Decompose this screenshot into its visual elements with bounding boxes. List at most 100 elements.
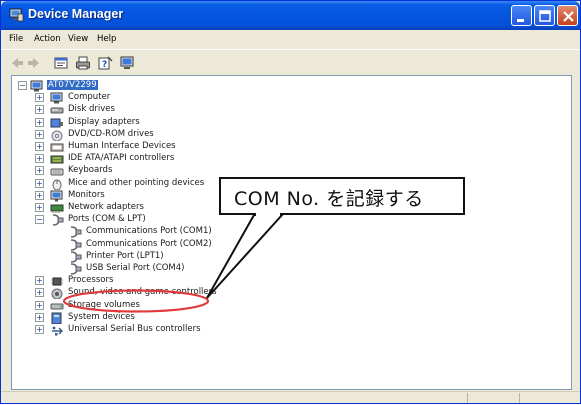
menu-view[interactable]: View <box>68 34 88 44</box>
expand-icon[interactable]: + <box>35 166 44 176</box>
computer-icon <box>30 80 44 92</box>
print-icon[interactable] <box>75 55 91 71</box>
dvd-drive-icon <box>50 129 64 142</box>
expand-icon[interactable]: + <box>35 117 44 127</box>
properties-icon[interactable] <box>53 55 69 71</box>
device-label: Storage volumes <box>68 299 140 310</box>
close-icon <box>563 11 574 22</box>
expand-icon[interactable]: + <box>35 276 44 286</box>
sound-icon <box>50 287 64 300</box>
collapse-icon[interactable]: − <box>35 215 44 225</box>
monitor-icon <box>50 190 64 202</box>
device-label: Mice and other pointing devices <box>68 177 205 188</box>
port-list-item[interactable]: Communications Port (COM1) <box>12 226 342 239</box>
help-icon[interactable]: ? <box>97 55 113 71</box>
expand-icon[interactable]: + <box>35 288 44 298</box>
device-label: Communications Port (COM2) <box>86 238 212 249</box>
device-label: Computer <box>68 92 111 103</box>
port-icon <box>68 226 82 239</box>
device-label: Ports (COM & LPT) <box>68 214 146 225</box>
expand-icon[interactable]: + <box>35 178 44 188</box>
menu-help[interactable]: Help <box>97 34 116 44</box>
device-tree[interactable]: − AT07V2299 + Computer + Disk drives + Display … <box>11 75 572 390</box>
device-manager-window: Device Manager File Action View Help ? −… <box>0 0 581 404</box>
collapse-icon[interactable]: − <box>18 81 27 90</box>
expand-icon[interactable]: + <box>35 203 44 212</box>
device-label: Universal Serial Bus controllers <box>68 324 201 334</box>
device-category[interactable]: + Sound, video and game controllers <box>12 287 342 300</box>
device-category[interactable]: + Display adapters <box>12 117 342 128</box>
port-list-item[interactable]: Communications Port (COM2) <box>12 238 342 251</box>
expand-icon[interactable]: + <box>35 93 44 103</box>
device-category[interactable]: − Ports (COM & LPT) <box>12 214 342 226</box>
device-category[interactable]: + Storage volumes <box>12 300 342 311</box>
device-label: Printer Port (LPT1) <box>86 250 164 261</box>
device-label: Display adapters <box>68 116 140 127</box>
menu-action[interactable]: Action <box>34 34 61 44</box>
device-label: Processors <box>68 275 114 286</box>
device-category[interactable]: + IDE ATA/ATAPI controllers <box>12 153 342 164</box>
expand-icon[interactable]: + <box>35 129 44 139</box>
computer-icon <box>50 92 64 104</box>
device-label: Network adapters <box>68 202 144 212</box>
menu-bar: File Action View Help <box>1 30 580 49</box>
expand-icon[interactable]: + <box>35 154 44 164</box>
device-category[interactable]: + Keyboards <box>12 165 342 176</box>
device-category[interactable]: + Disk drives <box>12 104 342 115</box>
title-bar[interactable]: Device Manager <box>1 1 580 30</box>
expand-icon[interactable]: + <box>35 300 44 310</box>
maximize-icon <box>539 10 551 22</box>
minimize-icon <box>517 19 524 22</box>
usb-icon <box>50 324 64 336</box>
callout-box: COM No. を記録する <box>219 177 465 215</box>
forward-arrow-icon[interactable] <box>26 55 42 71</box>
expand-icon[interactable]: + <box>35 105 44 115</box>
keyboard-icon <box>50 165 64 177</box>
device-label: Sound, video and game controllers <box>68 287 217 298</box>
port-list-item[interactable]: USB Serial Port (COM4) <box>12 263 342 275</box>
device-label: Disk drives <box>68 104 115 115</box>
port-list-item[interactable]: Printer Port (LPT1) <box>12 250 342 263</box>
device-label: USB Serial Port (COM4) <box>86 263 185 273</box>
port-icon <box>68 238 82 251</box>
device-category[interactable]: + System devices <box>12 311 342 325</box>
storage-icon <box>50 300 64 312</box>
device-label: Keyboards <box>68 165 113 176</box>
callout-seam <box>256 212 280 216</box>
toolbar: ? <box>1 49 580 75</box>
device-category[interactable]: + Computer <box>12 92 342 104</box>
device-label: Human Interface Devices <box>68 141 176 151</box>
maximize-button[interactable] <box>534 5 555 26</box>
device-manager-icon <box>9 8 24 22</box>
expand-icon[interactable]: + <box>35 142 44 151</box>
close-button[interactable] <box>557 5 578 26</box>
hid-icon <box>50 141 64 153</box>
device-category[interactable]: + Human Interface Devices <box>12 141 342 152</box>
system-device-icon <box>50 312 64 325</box>
expand-icon[interactable]: + <box>35 325 44 334</box>
port-icon <box>50 214 64 226</box>
ide-controller-icon <box>50 153 64 165</box>
svg-text:?: ? <box>102 60 107 70</box>
device-category[interactable]: + Universal Serial Bus controllers <box>12 324 342 336</box>
device-category[interactable]: + Processors <box>12 275 342 286</box>
callout-text: COM No. を記録する <box>234 188 424 210</box>
expand-icon[interactable]: + <box>35 190 44 200</box>
device-label: System devices <box>68 311 135 322</box>
mouse-icon <box>50 178 64 191</box>
device-category[interactable]: + DVD/CD-ROM drives <box>12 129 342 142</box>
status-bar <box>1 391 580 403</box>
menu-file[interactable]: File <box>9 34 23 44</box>
computer-icon[interactable] <box>119 55 135 71</box>
processor-icon <box>50 275 64 287</box>
tree-root[interactable]: − AT07V2299 <box>12 80 212 92</box>
tree-root-label: AT07V2299 <box>47 80 98 90</box>
status-cell <box>467 393 519 403</box>
status-cell <box>519 393 571 403</box>
expand-icon[interactable]: + <box>35 312 44 322</box>
port-icon <box>68 263 82 275</box>
port-icon <box>68 251 82 263</box>
minimize-button[interactable] <box>511 5 532 26</box>
device-label: Communications Port (COM1) <box>86 226 212 237</box>
back-arrow-icon[interactable] <box>9 55 25 71</box>
